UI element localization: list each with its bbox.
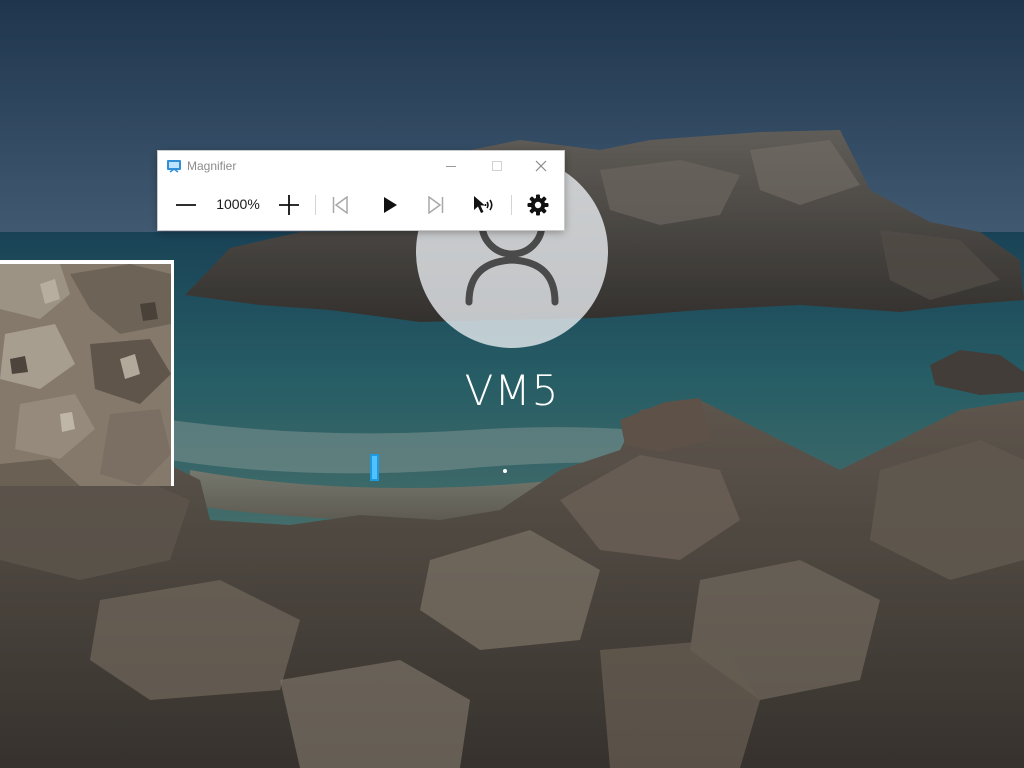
previous-icon bbox=[332, 196, 348, 214]
maximize-button[interactable] bbox=[474, 151, 520, 181]
next-icon bbox=[428, 196, 444, 214]
close-button[interactable] bbox=[518, 151, 564, 181]
zoom-in-icon bbox=[279, 195, 299, 215]
play-button[interactable] bbox=[374, 187, 406, 223]
maximize-icon bbox=[492, 161, 502, 171]
settings-button[interactable] bbox=[522, 187, 554, 223]
close-icon bbox=[535, 160, 547, 172]
loading-indicator bbox=[503, 469, 507, 473]
text-caret bbox=[370, 454, 379, 481]
title-bar[interactable]: Magnifier bbox=[158, 151, 564, 181]
minimize-button[interactable] bbox=[428, 151, 474, 181]
zoom-out-icon bbox=[176, 204, 196, 206]
read-from-here-button[interactable] bbox=[468, 187, 500, 223]
previous-button[interactable] bbox=[324, 187, 356, 223]
zoom-in-button[interactable] bbox=[273, 187, 305, 223]
play-icon bbox=[384, 197, 397, 213]
next-button[interactable] bbox=[420, 187, 452, 223]
zoom-out-button[interactable] bbox=[170, 187, 202, 223]
magnifier-toolbar: 1000% bbox=[158, 187, 564, 223]
read-from-here-icon bbox=[474, 196, 493, 213]
gear-icon bbox=[527, 194, 549, 216]
username-label: VM5 bbox=[464, 366, 560, 415]
toolbar-separator bbox=[511, 195, 512, 215]
toolbar-separator bbox=[315, 195, 316, 215]
minimize-icon bbox=[446, 166, 456, 167]
window-title: Magnifier bbox=[187, 159, 237, 173]
magnifier-lens bbox=[0, 260, 174, 486]
magnifier-app-icon bbox=[167, 160, 181, 173]
zoom-level-display: 1000% bbox=[216, 196, 260, 212]
magnifier-window[interactable]: Magnifier 1000% bbox=[158, 151, 564, 230]
